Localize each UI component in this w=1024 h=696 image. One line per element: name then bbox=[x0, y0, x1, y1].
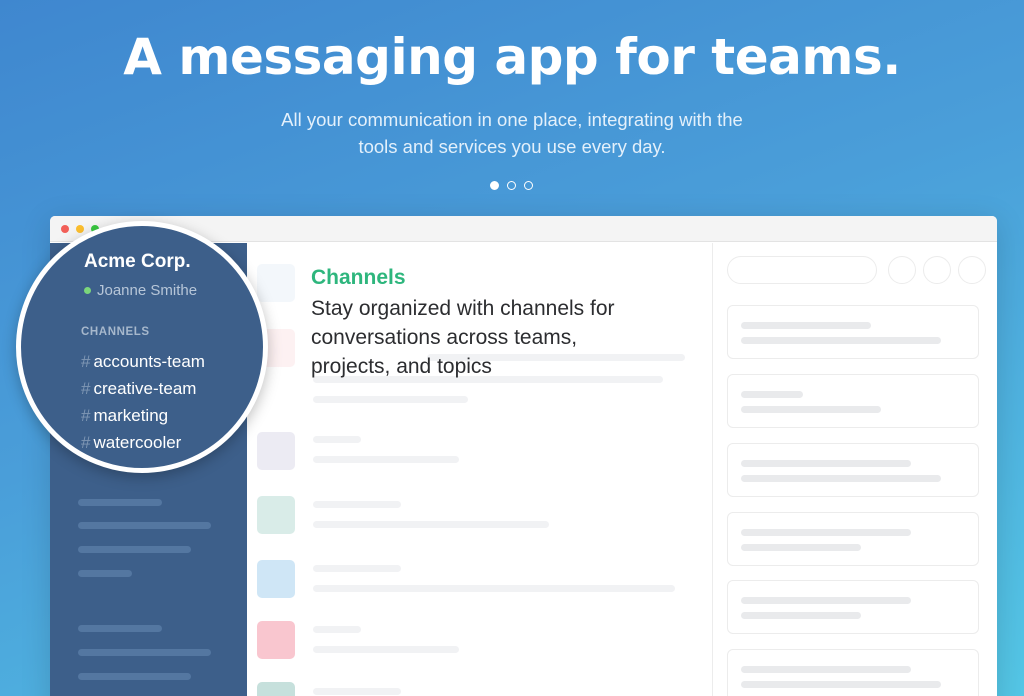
presence-online-icon bbox=[84, 287, 91, 294]
carousel-dot-2[interactable] bbox=[507, 181, 516, 190]
hero-subtitle-line: tools and services you use every day. bbox=[358, 136, 666, 157]
sidebar-placeholder-line bbox=[78, 499, 162, 506]
sidebar-placeholder-line bbox=[78, 570, 132, 577]
feature-title: Channels bbox=[311, 266, 406, 289]
sidebar-item-creative-team[interactable]: # creative-team bbox=[81, 375, 205, 402]
sidebar-item-watercooler[interactable]: # watercooler bbox=[81, 429, 205, 456]
feature-description-line: Stay organized with channels for bbox=[311, 297, 615, 320]
activity-card bbox=[727, 305, 979, 359]
channel-name: accounts-team bbox=[93, 352, 205, 371]
activity-card bbox=[727, 580, 979, 634]
channel-name: marketing bbox=[93, 406, 169, 425]
card-placeholder-line bbox=[741, 475, 941, 482]
header-circle-button[interactable] bbox=[923, 256, 951, 284]
hero-title: A messaging app for teams. bbox=[123, 28, 901, 86]
message-placeholder-line bbox=[313, 688, 401, 695]
sidebar-placeholder-line bbox=[78, 522, 211, 529]
card-placeholder-line bbox=[741, 391, 803, 398]
hash-icon: # bbox=[81, 406, 91, 425]
user-name: Joanne Smithe bbox=[97, 282, 198, 299]
card-placeholder-line bbox=[741, 337, 941, 344]
right-pane bbox=[712, 243, 997, 696]
hash-icon: # bbox=[81, 433, 91, 452]
feature-callout: Channels Stay organized with channels fo… bbox=[311, 266, 711, 381]
card-placeholder-line bbox=[741, 544, 861, 551]
hero-subtitle: All your communication in one place, int… bbox=[262, 106, 762, 160]
card-placeholder-line bbox=[741, 597, 911, 604]
close-window-icon bbox=[61, 225, 69, 233]
feature-description-line: projects, and topics bbox=[311, 355, 492, 378]
hash-icon: # bbox=[81, 379, 91, 398]
activity-card bbox=[727, 443, 979, 497]
card-placeholder-line bbox=[741, 666, 911, 673]
sidebar-item-marketing[interactable]: # marketing bbox=[81, 402, 205, 429]
card-placeholder-line bbox=[741, 460, 911, 467]
card-placeholder-line bbox=[741, 681, 941, 688]
hash-icon: # bbox=[81, 352, 91, 371]
message-avatar bbox=[257, 621, 295, 659]
sidebar-placeholder-line bbox=[78, 625, 162, 632]
card-placeholder-line bbox=[741, 322, 871, 329]
hero-subtitle-line: All your communication in one place, int… bbox=[281, 109, 743, 130]
search-input[interactable] bbox=[727, 256, 877, 284]
activity-card bbox=[727, 512, 979, 566]
message-placeholder-line bbox=[313, 585, 675, 592]
message-placeholder-line bbox=[313, 521, 549, 528]
sidebar-placeholder-line bbox=[78, 649, 211, 656]
header-circle-button[interactable] bbox=[888, 256, 916, 284]
minimize-window-icon bbox=[76, 225, 84, 233]
carousel-dot-3[interactable] bbox=[524, 181, 533, 190]
channel-name: creative-team bbox=[93, 379, 197, 398]
channel-list: # accounts-team # creative-team # marketing… bbox=[81, 348, 205, 456]
message-avatar bbox=[257, 560, 295, 598]
message-avatar bbox=[257, 682, 295, 696]
message-placeholder-line bbox=[313, 436, 361, 443]
message-avatar bbox=[257, 432, 295, 470]
sidebar-item-accounts-team[interactable]: # accounts-team bbox=[81, 348, 205, 375]
channel-name: watercooler bbox=[93, 433, 182, 452]
activity-card bbox=[727, 649, 979, 696]
message-placeholder-line bbox=[313, 501, 401, 508]
message-placeholder-line bbox=[313, 565, 401, 572]
message-placeholder-line bbox=[313, 396, 468, 403]
sidebar-magnifier: Acme Corp. Joanne Smithe CHANNELS # accou… bbox=[16, 221, 268, 473]
sidebar-placeholder-line bbox=[78, 546, 191, 553]
header-circle-button[interactable] bbox=[958, 256, 986, 284]
message-placeholder-line bbox=[313, 456, 459, 463]
sidebar-placeholder-line bbox=[78, 673, 191, 680]
message-avatar bbox=[257, 496, 295, 534]
message-avatar bbox=[257, 264, 295, 302]
feature-description: Stay organized with channels for convers… bbox=[311, 294, 711, 381]
card-placeholder-line bbox=[741, 406, 881, 413]
card-placeholder-line bbox=[741, 612, 861, 619]
current-user: Joanne Smithe bbox=[84, 282, 197, 299]
carousel-pager bbox=[490, 181, 533, 190]
carousel-dot-1[interactable] bbox=[490, 181, 499, 190]
feature-description-line: conversations across teams, bbox=[311, 326, 578, 349]
channels-header: CHANNELS bbox=[81, 326, 150, 338]
message-placeholder-line bbox=[313, 626, 361, 633]
team-name[interactable]: Acme Corp. bbox=[84, 251, 191, 273]
card-placeholder-line bbox=[741, 529, 911, 536]
activity-card bbox=[727, 374, 979, 428]
message-placeholder-line bbox=[313, 646, 459, 653]
